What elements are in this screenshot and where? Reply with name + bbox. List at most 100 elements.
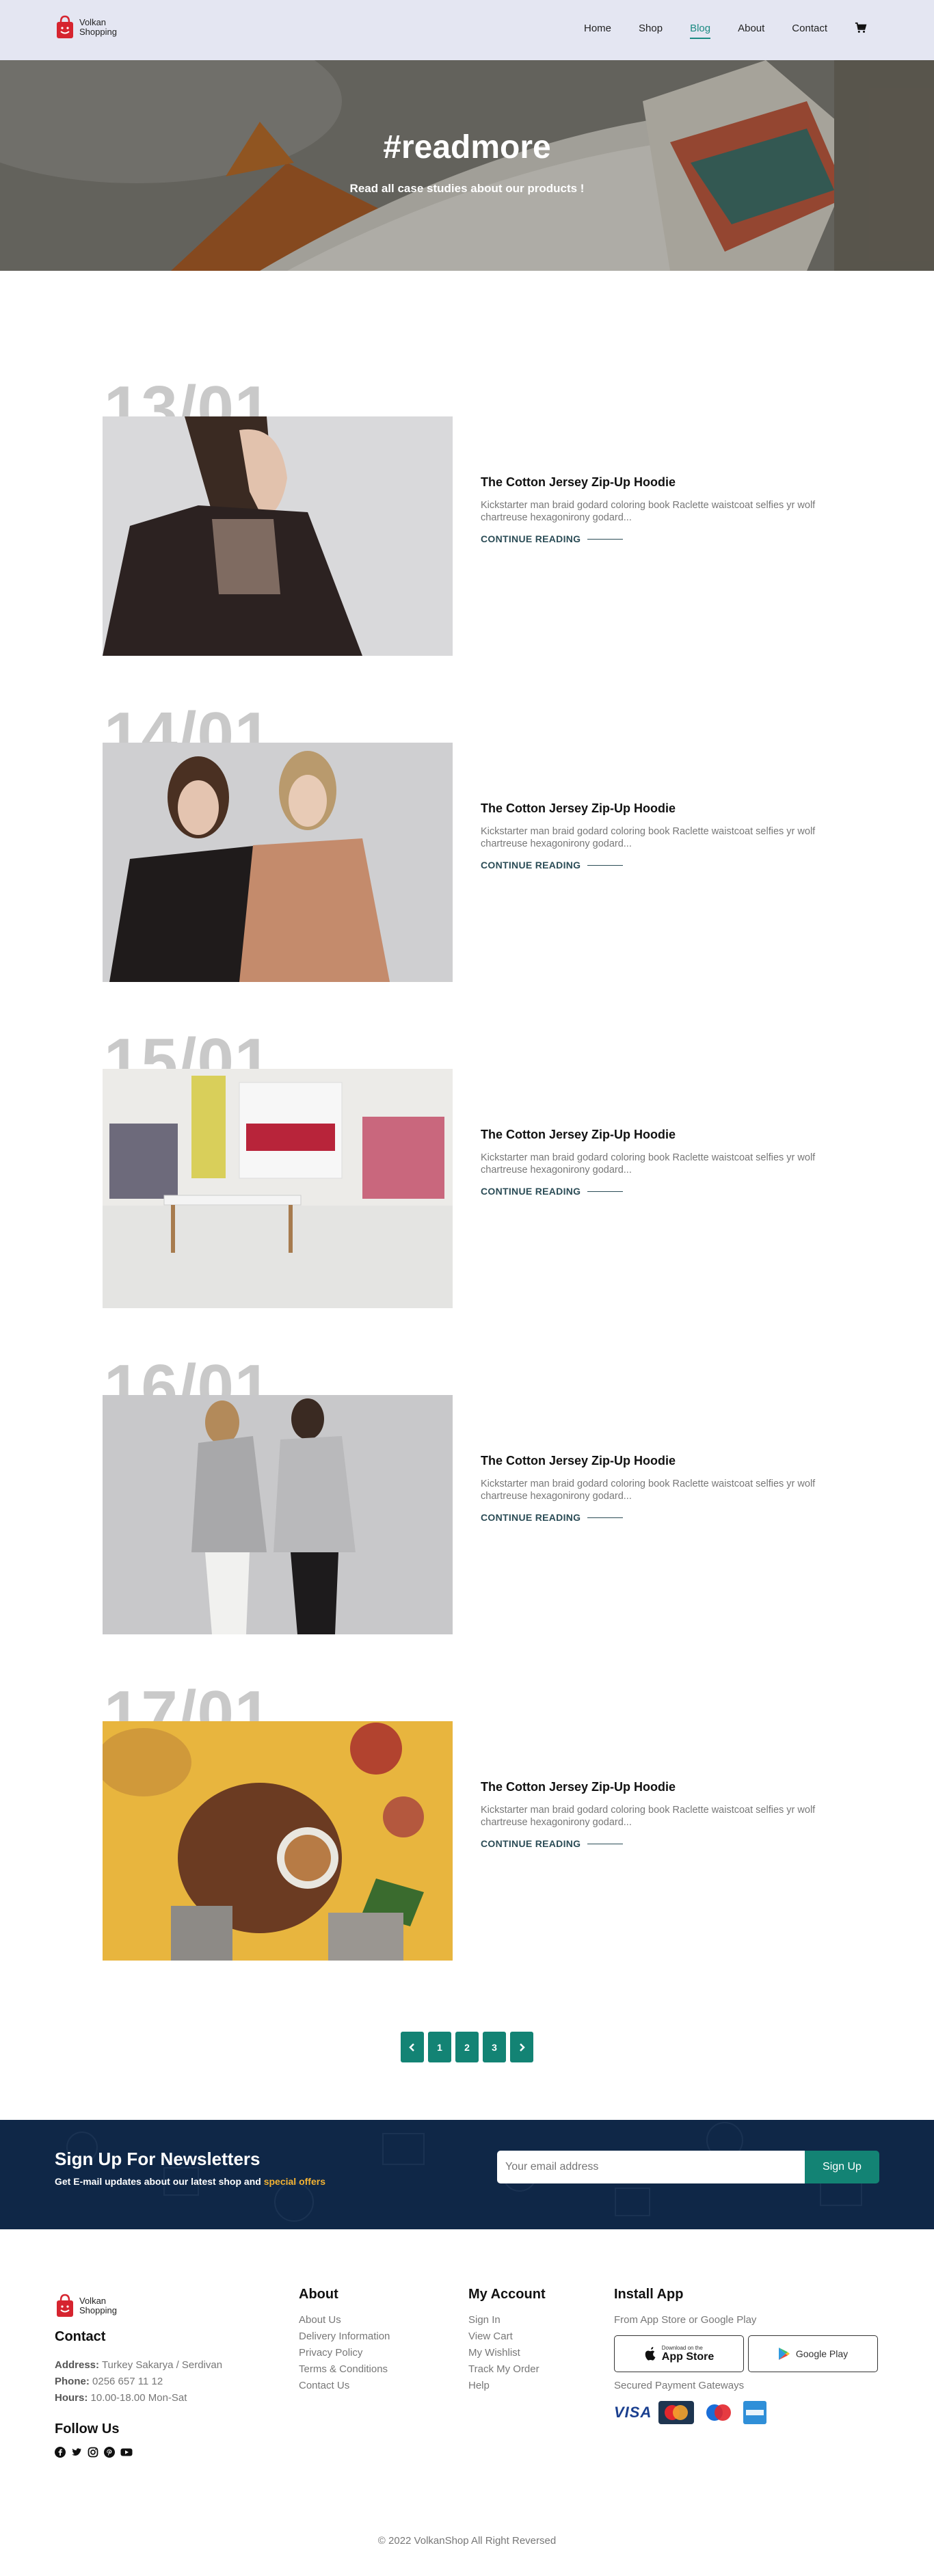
- page-1-button[interactable]: 1: [428, 2032, 451, 2062]
- nav-home[interactable]: Home: [584, 23, 611, 34]
- post-image[interactable]: [103, 1721, 453, 1961]
- social-links: [55, 2447, 301, 2458]
- brand-line2: Shopping: [79, 27, 117, 37]
- newsletter-email-input[interactable]: [497, 2151, 805, 2183]
- nav-contact[interactable]: Contact: [792, 23, 827, 34]
- post-photo-clothing-store: [103, 1069, 453, 1308]
- follow-heading: Follow Us: [55, 2421, 120, 2436]
- post-image[interactable]: [103, 743, 453, 982]
- next-page-button[interactable]: [510, 2032, 533, 2062]
- link-underline: [587, 1191, 624, 1192]
- footer-link-track-order[interactable]: Track My Order: [468, 2361, 546, 2378]
- post-body: The Cotton Jersey Zip-Up Hoodie Kickstar…: [481, 475, 836, 544]
- site-header: Volkan Shopping Home Shop Blog About Con…: [0, 0, 934, 60]
- post-title[interactable]: The Cotton Jersey Zip-Up Hoodie: [481, 801, 836, 816]
- apple-icon: [645, 2347, 656, 2361]
- hours-label: Hours:: [55, 2392, 88, 2404]
- chevron-right-icon: [520, 2043, 525, 2051]
- blog-post: 17/01 The Cotton Jersey Zip-Up Hoodie Ki…: [103, 1682, 831, 1961]
- nav-about[interactable]: About: [738, 23, 764, 34]
- footer-link-contact-us[interactable]: Contact Us: [299, 2378, 390, 2394]
- facebook-icon[interactable]: [55, 2447, 66, 2458]
- hero-banner: #readmore Read all case studies about ou…: [0, 60, 934, 271]
- footer-brand-name: Volkan Shopping: [79, 2296, 117, 2315]
- continue-reading-link[interactable]: CONTINUE READING: [481, 533, 836, 544]
- post-excerpt: Kickstarter man braid godard coloring bo…: [481, 1152, 816, 1176]
- brand-line1: Volkan: [79, 17, 107, 27]
- continue-reading-link[interactable]: CONTINUE READING: [481, 1186, 836, 1197]
- continue-reading-link[interactable]: CONTINUE READING: [481, 1512, 836, 1523]
- app-store-button[interactable]: Download on the App Store: [614, 2335, 744, 2372]
- post-image[interactable]: [103, 1069, 453, 1308]
- newsletter-offer-highlight: special offers: [263, 2176, 325, 2187]
- post-photo-women-cardigans: [103, 1395, 453, 1634]
- nav-shop[interactable]: Shop: [639, 23, 663, 34]
- phone-label: Phone:: [55, 2376, 90, 2387]
- app-store-label: Download on the App Store: [662, 2345, 714, 2363]
- post-body: The Cotton Jersey Zip-Up Hoodie Kickstar…: [481, 801, 836, 871]
- blog-post: 14/01 The Cotton Jersey Zip-Up Hoodie Ki…: [103, 703, 831, 982]
- footer-contact: Contact Address: Turkey Sakarya / Serdiv…: [55, 2329, 301, 2458]
- phone-value: 0256 657 11 12: [92, 2376, 163, 2387]
- install-app-heading: Install App: [614, 2287, 684, 2302]
- hero-title: #readmore: [383, 129, 551, 165]
- footer-link-help[interactable]: Help: [468, 2378, 546, 2394]
- prev-page-button[interactable]: [401, 2032, 424, 2062]
- footer-about: About About Us Delivery Information Priv…: [299, 2287, 390, 2394]
- contact-address: Address: Turkey Sakarya / Serdivan: [55, 2357, 301, 2374]
- newsletter-signup-button[interactable]: Sign Up: [805, 2151, 879, 2183]
- youtube-icon[interactable]: [120, 2447, 133, 2458]
- contact-hours: Hours: 10.00-18.00 Mon-Sat: [55, 2390, 301, 2406]
- copyright-text: © 2022 VolkanShop All Right Reversed: [377, 2535, 557, 2547]
- post-title[interactable]: The Cotton Jersey Zip-Up Hoodie: [481, 475, 836, 490]
- brand-logo[interactable]: Volkan Shopping: [55, 15, 117, 40]
- blog-post: 16/01 The Cotton Jersey Zip-Up Hoodie Ki…: [103, 1355, 831, 1634]
- post-excerpt: Kickstarter man braid godard coloring bo…: [481, 1478, 816, 1502]
- footer-link-view-cart[interactable]: View Cart: [468, 2328, 546, 2345]
- post-excerpt: Kickstarter man braid godard coloring bo…: [481, 1805, 816, 1828]
- hero-subtitle: Read all case studies about our products…: [349, 182, 585, 195]
- chevron-left-icon: [409, 2043, 414, 2051]
- google-play-button[interactable]: Google Play: [748, 2335, 878, 2372]
- twitter-icon[interactable]: [71, 2447, 82, 2458]
- post-title[interactable]: The Cotton Jersey Zip-Up Hoodie: [481, 1454, 836, 1468]
- page-3-button[interactable]: 3: [483, 2032, 506, 2062]
- instagram-icon[interactable]: [88, 2447, 98, 2458]
- google-play-label: Google Play: [795, 2348, 849, 2359]
- footer-logo[interactable]: Volkan Shopping: [55, 2294, 117, 2318]
- footer-install-app: Install App From App Store or Google Pla…: [614, 2287, 888, 2424]
- post-title[interactable]: The Cotton Jersey Zip-Up Hoodie: [481, 1128, 836, 1142]
- address-label: Address:: [55, 2359, 100, 2371]
- pinterest-icon[interactable]: [104, 2447, 115, 2458]
- footer-link-wishlist[interactable]: My Wishlist: [468, 2345, 546, 2361]
- post-photo-two-women: [103, 743, 453, 982]
- cart-icon[interactable]: [855, 22, 867, 34]
- install-app-subtitle: From App Store or Google Play: [614, 2314, 757, 2326]
- post-body: The Cotton Jersey Zip-Up Hoodie Kickstar…: [481, 1780, 836, 1849]
- pagination: 1 2 3: [0, 2032, 934, 2062]
- american-express-logo: [743, 2401, 767, 2424]
- footer-link-sign-in[interactable]: Sign In: [468, 2312, 546, 2328]
- post-image[interactable]: [103, 1395, 453, 1634]
- contact-phone: Phone: 0256 657 11 12: [55, 2374, 301, 2390]
- link-underline: [587, 864, 624, 866]
- page-2-button[interactable]: 2: [455, 2032, 479, 2062]
- post-image[interactable]: [103, 416, 453, 656]
- continue-reading-link[interactable]: CONTINUE READING: [481, 1838, 836, 1849]
- store-buttons: Download on the App Store Google Play: [614, 2335, 888, 2372]
- google-play-icon: [778, 2348, 790, 2360]
- post-title[interactable]: The Cotton Jersey Zip-Up Hoodie: [481, 1780, 836, 1794]
- link-underline: [587, 538, 624, 540]
- footer-link-terms[interactable]: Terms & Conditions: [299, 2361, 390, 2378]
- footer-link-delivery[interactable]: Delivery Information: [299, 2328, 390, 2345]
- footer-brand-line2: Shopping: [79, 2305, 117, 2315]
- post-photo-autumn-tea: [103, 1721, 453, 1961]
- brand-name: Volkan Shopping: [79, 18, 117, 37]
- site-footer: Volkan Shopping Contact Address: Turkey …: [0, 2229, 934, 2576]
- visa-logo: VISA: [614, 2404, 652, 2421]
- address-value: Turkey Sakarya / Serdivan: [101, 2359, 223, 2371]
- footer-link-about-us[interactable]: About Us: [299, 2312, 390, 2328]
- nav-blog[interactable]: Blog: [690, 23, 711, 39]
- footer-link-privacy[interactable]: Privacy Policy: [299, 2345, 390, 2361]
- continue-reading-link[interactable]: CONTINUE READING: [481, 860, 836, 871]
